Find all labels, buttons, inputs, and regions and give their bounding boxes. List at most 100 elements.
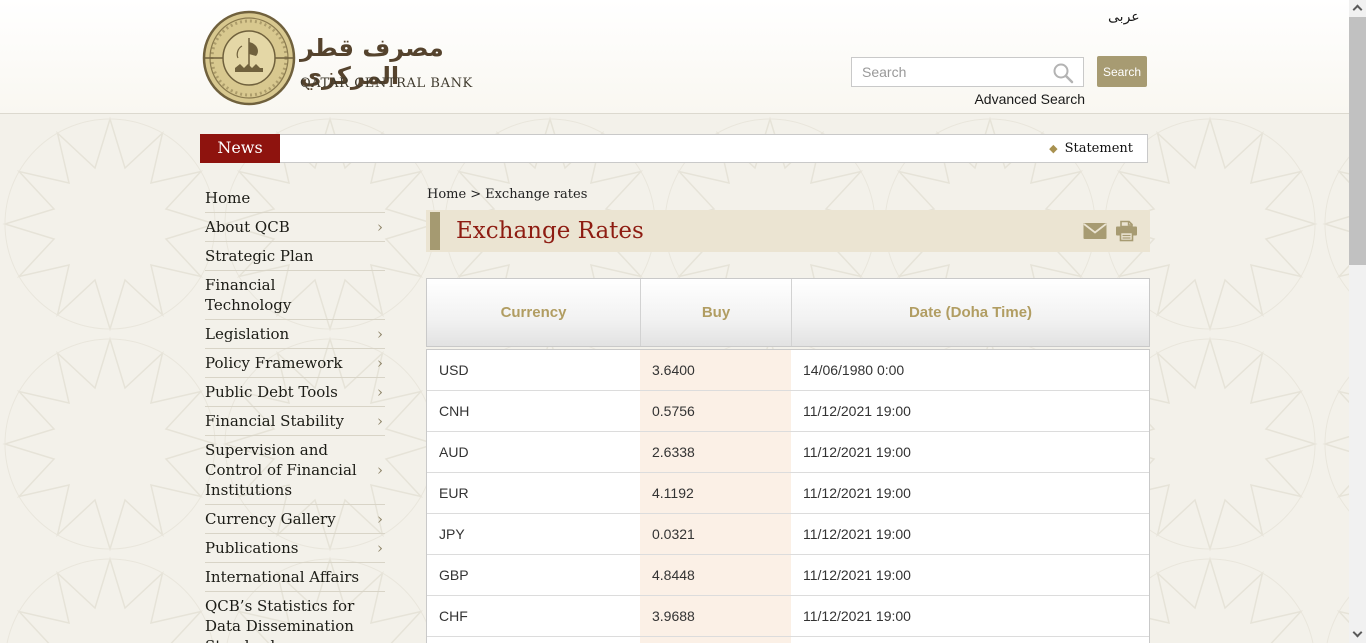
sidebar-item[interactable]: Publications › xyxy=(205,534,385,563)
sidebar-item[interactable]: Home › xyxy=(205,184,385,213)
sidebar-item[interactable]: Public Debt Tools › xyxy=(205,378,385,407)
sidebar-item-label: Financial Stability xyxy=(205,411,344,431)
sidebar-item-label: International Affairs xyxy=(205,567,359,587)
breadcrumb: Home>Exchange rates xyxy=(427,187,587,202)
table-row: AUD 2.6338 11/12/2021 19:00 xyxy=(427,432,1149,473)
sidebar-item-label: Supervision and Control of Financial Ins… xyxy=(205,440,365,500)
cell-buy: 0.5756 xyxy=(640,391,791,431)
table-row-partial xyxy=(426,637,1150,643)
column-header-date: Date (Doha Time) xyxy=(792,279,1149,346)
cell-currency: CNH xyxy=(427,391,640,431)
sidebar-item[interactable]: Financial Technology › xyxy=(205,271,385,320)
table-row: GBP 4.8448 11/12/2021 19:00 xyxy=(427,555,1149,596)
arabic-language-link[interactable]: عربى xyxy=(1108,9,1140,25)
cell-currency: JPY xyxy=(427,514,640,554)
sidebar-item-label: About QCB xyxy=(205,217,290,237)
cell-buy: 4.1192 xyxy=(640,473,791,513)
sidebar-item-label: QCB’s Statistics for Data Dissemination … xyxy=(205,596,365,643)
cell-buy: 3.6400 xyxy=(640,350,791,390)
chevron-right-icon: › xyxy=(377,382,383,402)
page-title: Exchange Rates xyxy=(456,218,644,244)
news-ticker: ◆ Statement xyxy=(280,134,1148,163)
chevron-right-icon: › xyxy=(377,509,383,529)
cell-currency: USD xyxy=(427,350,640,390)
sidebar-item[interactable]: Financial Stability › xyxy=(205,407,385,436)
cell-date: 14/06/1980 0:00 xyxy=(791,350,1149,390)
diamond-bullet-icon: ◆ xyxy=(1049,142,1057,155)
news-tab[interactable]: News xyxy=(200,134,280,163)
scrollbar-up-button[interactable] xyxy=(1349,0,1366,17)
vertical-scrollbar xyxy=(1349,0,1366,643)
column-header-buy: Buy xyxy=(641,279,792,346)
cell-date: 11/12/2021 19:00 xyxy=(791,391,1149,431)
table-row: CHF 3.9688 11/12/2021 19:00 xyxy=(427,596,1149,637)
search-button[interactable]: Search xyxy=(1097,56,1147,87)
cell-currency: EUR xyxy=(427,473,640,513)
cell-currency: AUD xyxy=(427,432,640,472)
sidebar-item[interactable]: Policy Framework › xyxy=(205,349,385,378)
sidebar-item[interactable]: Supervision and Control of Financial Ins… xyxy=(205,436,385,505)
search-input[interactable] xyxy=(851,57,1084,87)
cell-currency: CHF xyxy=(427,596,640,636)
print-icon[interactable] xyxy=(1115,221,1138,242)
qcb-logo-caption: QATAR CENTRAL BANK xyxy=(300,76,473,91)
sidebar-item-label: Strategic Plan xyxy=(205,246,313,266)
exchange-rates-table: Currency Buy Date (Doha Time) USD 3.6400… xyxy=(426,278,1150,643)
chevron-right-icon: › xyxy=(377,460,383,480)
sidebar-item[interactable]: Currency Gallery › xyxy=(205,505,385,534)
chevron-right-icon: › xyxy=(377,353,383,373)
sidebar-item-label: Publications xyxy=(205,538,299,558)
cell-date: 11/12/2021 19:00 xyxy=(791,432,1149,472)
table-row: EUR 4.1192 11/12/2021 19:00 xyxy=(427,473,1149,514)
chevron-right-icon: › xyxy=(377,217,383,237)
cell-date: 11/12/2021 19:00 xyxy=(791,596,1149,636)
chevron-up-icon xyxy=(1353,5,1363,15)
sidebar-item-label: Policy Framework xyxy=(205,353,343,373)
cell-buy: 3.9688 xyxy=(640,596,791,636)
search-icon[interactable] xyxy=(1052,62,1074,84)
column-header-currency: Currency xyxy=(427,279,641,346)
sidebar-menu: Home › About QCB › Strategic Plan › Fina… xyxy=(205,184,385,643)
page-action-icons xyxy=(1083,221,1138,242)
sidebar-item-label: Currency Gallery xyxy=(205,509,336,529)
qcb-coin-logo xyxy=(202,10,296,106)
cell-currency: GBP xyxy=(427,555,640,595)
mail-icon[interactable] xyxy=(1083,223,1107,240)
chevron-down-icon xyxy=(1353,628,1363,638)
rates-table-body: USD 3.6400 14/06/1980 0:00 CNH 0.5756 11… xyxy=(426,349,1150,637)
cell-buy: 0.0321 xyxy=(640,514,791,554)
title-accent-bar xyxy=(430,212,440,250)
news-ticker-item[interactable]: Statement xyxy=(1065,141,1133,156)
cell-date: 11/12/2021 19:00 xyxy=(791,473,1149,513)
partial-buy-cell xyxy=(640,637,791,643)
sidebar-item[interactable]: Legislation › xyxy=(205,320,385,349)
chevron-right-icon: › xyxy=(377,411,383,431)
sidebar-item-label: Financial Technology xyxy=(205,275,365,315)
qcb-exchange-rates-page: مصرف قطر المركزي QATAR CENTRAL BANK عربى… xyxy=(0,0,1366,643)
site-header: مصرف قطر المركزي QATAR CENTRAL BANK عربى… xyxy=(0,0,1349,114)
cell-buy: 2.6338 xyxy=(640,432,791,472)
sidebar-item[interactable]: International Affairs › xyxy=(205,563,385,592)
cell-date: 11/12/2021 19:00 xyxy=(791,555,1149,595)
sidebar-item-label: Legislation xyxy=(205,324,289,344)
sidebar-item[interactable]: About QCB › xyxy=(205,213,385,242)
chevron-right-icon: › xyxy=(377,538,383,558)
cell-date: 11/12/2021 19:00 xyxy=(791,514,1149,554)
news-bar: News ◆ Statement xyxy=(200,134,1148,163)
cell-buy: 4.8448 xyxy=(640,555,791,595)
sidebar-item[interactable]: QCB’s Statistics for Data Dissemination … xyxy=(205,592,385,643)
advanced-search-link[interactable]: Advanced Search xyxy=(940,91,1085,107)
scrollbar-thumb[interactable] xyxy=(1349,17,1366,265)
scrollbar-down-button[interactable] xyxy=(1349,626,1366,643)
page-title-bar: Exchange Rates xyxy=(426,210,1150,252)
sidebar-item[interactable]: Strategic Plan › xyxy=(205,242,385,271)
breadcrumb-home-link[interactable]: Home xyxy=(427,187,466,202)
chevron-right-icon: › xyxy=(377,324,383,344)
sidebar-item-label: Public Debt Tools xyxy=(205,382,338,402)
table-row: USD 3.6400 14/06/1980 0:00 xyxy=(427,350,1149,391)
breadcrumb-current[interactable]: Exchange rates xyxy=(485,187,587,202)
table-row: JPY 0.0321 11/12/2021 19:00 xyxy=(427,514,1149,555)
table-row: CNH 0.5756 11/12/2021 19:00 xyxy=(427,391,1149,432)
table-header-row: Currency Buy Date (Doha Time) xyxy=(426,278,1150,347)
sidebar-item-label: Home xyxy=(205,188,250,208)
